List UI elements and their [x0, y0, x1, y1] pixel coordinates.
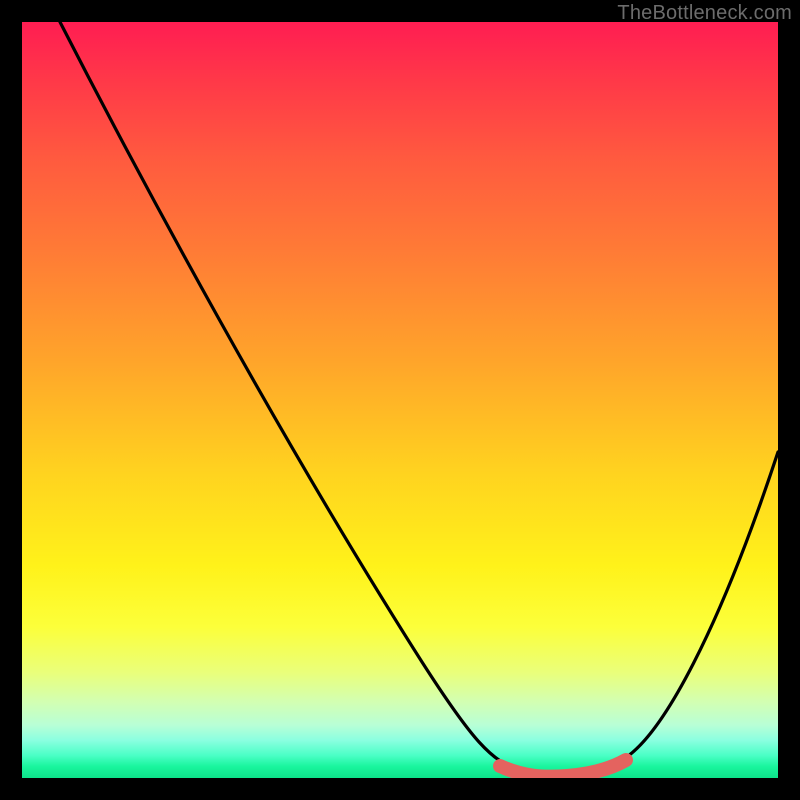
valley-highlight [500, 760, 626, 777]
plot-area [22, 22, 778, 778]
curve-layer [22, 22, 778, 778]
bottleneck-curve [60, 22, 778, 774]
chart-stage: TheBottleneck.com [0, 0, 800, 800]
